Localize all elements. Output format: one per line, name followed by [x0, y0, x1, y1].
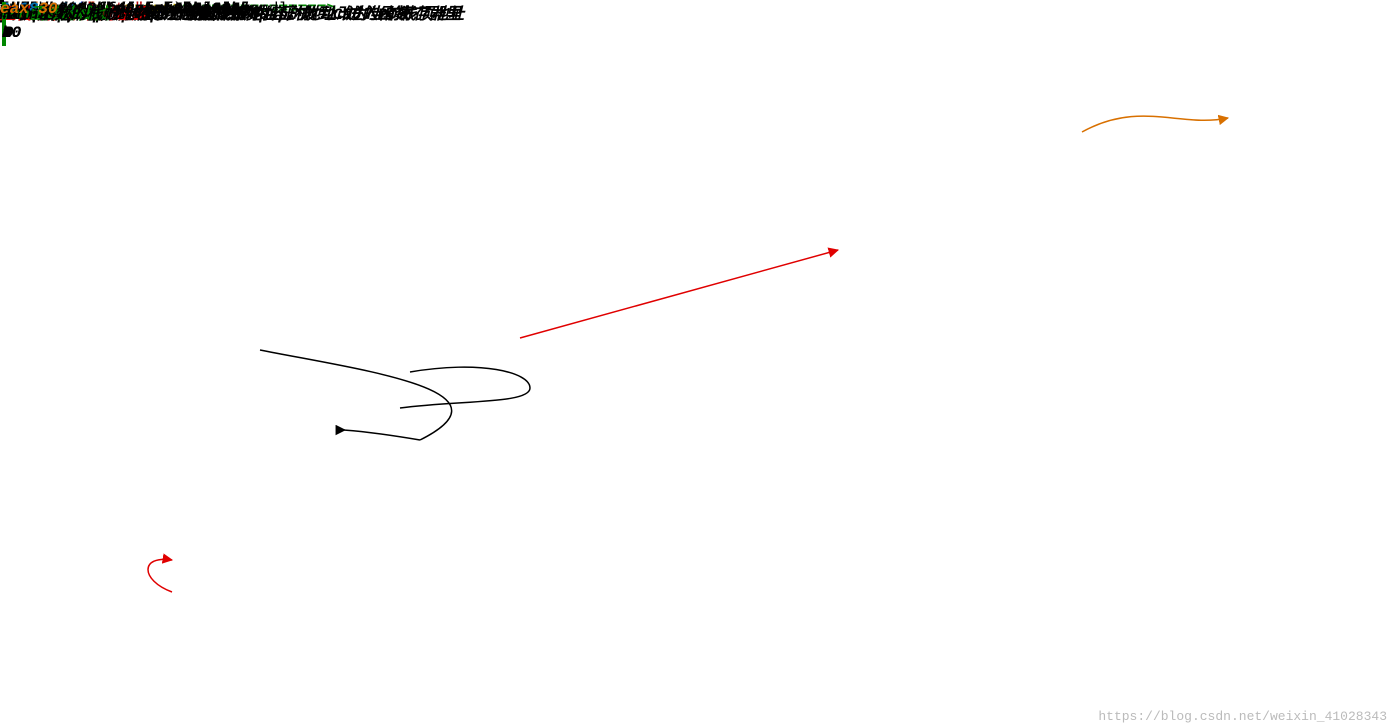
eax-label: eax 30	[0, 0, 58, 18]
arrow-layer	[0, 0, 1393, 728]
watermark: https://blog.csdn.net/weixin_41028343	[1098, 709, 1387, 724]
diagram-canvas: int sum(int a, int b) { ================…	[0, 0, 1393, 728]
